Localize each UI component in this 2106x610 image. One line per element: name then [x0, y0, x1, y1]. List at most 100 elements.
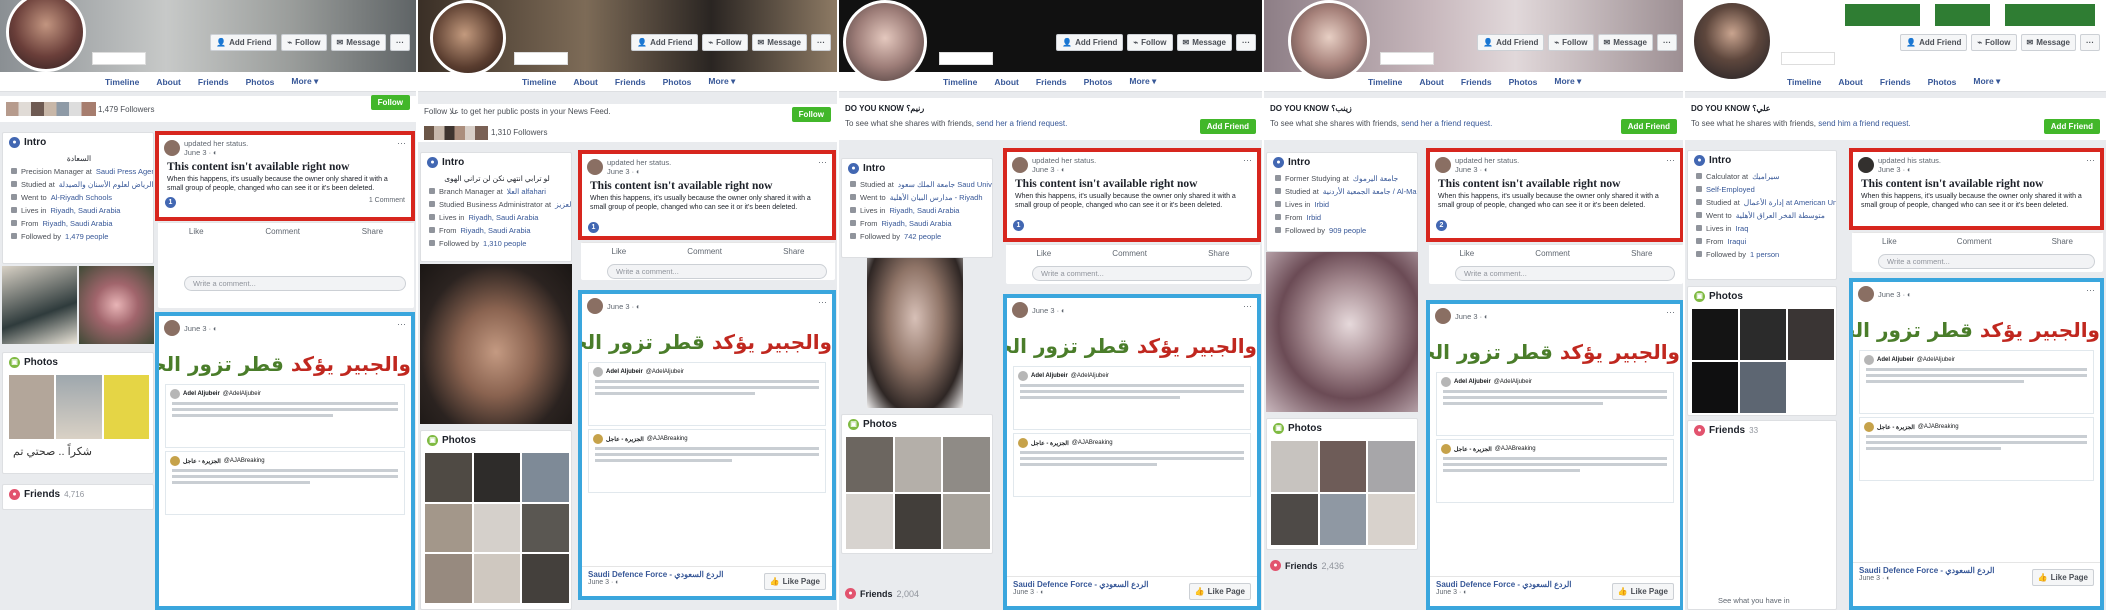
- featured-photo[interactable]: [867, 258, 963, 408]
- more-button[interactable]: ···: [1236, 34, 1256, 51]
- follow-button[interactable]: ⌁ Follow: [1127, 34, 1173, 51]
- friends-title[interactable]: ● Friends 2,004: [845, 588, 919, 599]
- photo-thumb[interactable]: [1319, 441, 1367, 492]
- share-button[interactable]: Share: [1631, 249, 1652, 258]
- photo-thumb[interactable]: [425, 554, 472, 603]
- comment-input[interactable]: Write a comment...: [1032, 266, 1252, 281]
- post-options-icon[interactable]: ···: [397, 138, 406, 148]
- photo-thumb[interactable]: [103, 375, 149, 439]
- post-options-icon[interactable]: ···: [1666, 155, 1675, 165]
- photo-thumb[interactable]: [473, 453, 521, 502]
- photo-thumb[interactable]: [1740, 309, 1786, 360]
- photo-thumb[interactable]: [846, 494, 893, 549]
- profile-avatar[interactable]: [1288, 0, 1370, 82]
- share-button[interactable]: Share: [2052, 237, 2073, 246]
- more-button[interactable]: ···: [2080, 34, 2100, 51]
- profile-name[interactable]: [939, 52, 993, 65]
- featured-photo[interactable]: [2, 266, 77, 344]
- add-friend-button[interactable]: 👤 Add Friend: [1900, 34, 1968, 51]
- add-friend-button[interactable]: 👤 Add Friend: [631, 34, 699, 51]
- photo-thumb[interactable]: [894, 494, 942, 549]
- comment-button[interactable]: Comment: [265, 227, 300, 236]
- photo-thumb[interactable]: [1319, 494, 1367, 545]
- comments-count[interactable]: 1 Comment: [369, 197, 405, 208]
- post-options-icon[interactable]: ···: [1243, 301, 1252, 311]
- photo-thumb[interactable]: [425, 453, 472, 502]
- friends-title[interactable]: ● Friends 2,436: [1270, 560, 1344, 571]
- share-button[interactable]: Share: [783, 247, 804, 256]
- photo-thumb[interactable]: [1740, 362, 1786, 413]
- comment-button[interactable]: Comment: [687, 247, 722, 256]
- tab-friends[interactable]: Friends: [615, 77, 646, 87]
- follow-button[interactable]: ⌁ Follow: [1548, 34, 1594, 51]
- photo-thumb[interactable]: [1271, 494, 1318, 545]
- tab-more[interactable]: More ▾: [1129, 76, 1156, 87]
- follow-button[interactable]: ⌁ Follow: [281, 34, 327, 51]
- post-avatar[interactable]: [1858, 157, 1874, 173]
- message-button[interactable]: ✉ Message: [330, 34, 386, 51]
- post-options-icon[interactable]: ···: [818, 297, 827, 307]
- share-button[interactable]: Share: [362, 227, 383, 236]
- photo-thumb[interactable]: [1788, 309, 1834, 360]
- profile-name[interactable]: [1380, 52, 1434, 65]
- post-avatar[interactable]: [587, 298, 603, 314]
- photo-thumb[interactable]: [425, 503, 472, 553]
- comment-button[interactable]: Comment: [1535, 249, 1570, 258]
- tab-timeline[interactable]: Timeline: [943, 77, 977, 87]
- comment-input[interactable]: Write a comment...: [1878, 254, 2095, 269]
- photo-thumb[interactable]: [473, 554, 521, 603]
- more-button[interactable]: ···: [811, 34, 831, 51]
- friend-request-link[interactable]: send her a friend request.: [976, 119, 1067, 128]
- add-friend-green-button[interactable]: Add Friend: [1620, 119, 1677, 134]
- tab-about[interactable]: About: [1419, 77, 1444, 87]
- post-avatar[interactable]: [164, 140, 180, 156]
- profile-name[interactable]: [514, 52, 568, 65]
- photo-thumb[interactable]: [522, 503, 569, 553]
- tab-photos[interactable]: Photos: [1928, 77, 1957, 87]
- comment-input[interactable]: Write a comment...: [607, 264, 827, 279]
- post-options-icon[interactable]: ···: [397, 319, 406, 329]
- photo-thumb[interactable]: [943, 437, 990, 492]
- photo-thumb[interactable]: [1368, 441, 1415, 492]
- message-button[interactable]: ✉ Message: [1597, 34, 1653, 51]
- photo-thumb[interactable]: [473, 503, 521, 553]
- photo-thumb[interactable]: [522, 554, 569, 603]
- profile-avatar[interactable]: [843, 0, 927, 84]
- photo-thumb[interactable]: [846, 437, 893, 492]
- tab-more[interactable]: More ▾: [291, 76, 318, 87]
- comment-button[interactable]: Comment: [1957, 237, 1992, 246]
- featured-photo[interactable]: [1266, 252, 1418, 412]
- like-page-button[interactable]: 👍 Like Page: [763, 573, 826, 590]
- message-button[interactable]: ✉ Message: [1176, 34, 1232, 51]
- follow-green-button[interactable]: Follow: [370, 94, 410, 110]
- photo-thumb[interactable]: [894, 437, 942, 492]
- tab-friends[interactable]: Friends: [1461, 77, 1492, 87]
- tab-about[interactable]: About: [156, 77, 181, 87]
- add-friend-button[interactable]: 👤 Add Friend: [1056, 34, 1124, 51]
- tab-about[interactable]: About: [573, 77, 598, 87]
- friend-request-link[interactable]: send him a friend request.: [1818, 119, 1911, 128]
- photo-thumb[interactable]: [1692, 309, 1738, 360]
- tab-friends[interactable]: Friends: [1880, 77, 1911, 87]
- post-avatar[interactable]: [587, 159, 603, 175]
- tab-photos[interactable]: Photos: [1084, 77, 1113, 87]
- tab-about[interactable]: About: [994, 77, 1019, 87]
- post-avatar[interactable]: [1012, 157, 1028, 173]
- post-avatar[interactable]: [1435, 157, 1451, 173]
- share-button[interactable]: Share: [1208, 249, 1229, 258]
- comment-input[interactable]: Write a comment...: [184, 276, 406, 291]
- add-friend-green-button[interactable]: Add Friend: [2043, 119, 2100, 134]
- add-friend-button[interactable]: 👤 Add Friend: [210, 34, 278, 51]
- friend-request-link[interactable]: send her a friend request.: [1401, 119, 1492, 128]
- photo-thumb[interactable]: [1692, 362, 1738, 413]
- follow-green-button[interactable]: Follow: [791, 106, 831, 122]
- tab-friends[interactable]: Friends: [198, 77, 229, 87]
- like-button[interactable]: Like: [1460, 249, 1475, 258]
- tab-timeline[interactable]: Timeline: [1787, 77, 1821, 87]
- follow-button[interactable]: ⌁ Follow: [1971, 34, 2017, 51]
- like-button[interactable]: Like: [189, 227, 204, 236]
- photo-thumb[interactable]: [1271, 441, 1318, 492]
- profile-name[interactable]: [92, 52, 146, 65]
- tab-photos[interactable]: Photos: [1509, 77, 1538, 87]
- tab-photos[interactable]: Photos: [246, 77, 275, 87]
